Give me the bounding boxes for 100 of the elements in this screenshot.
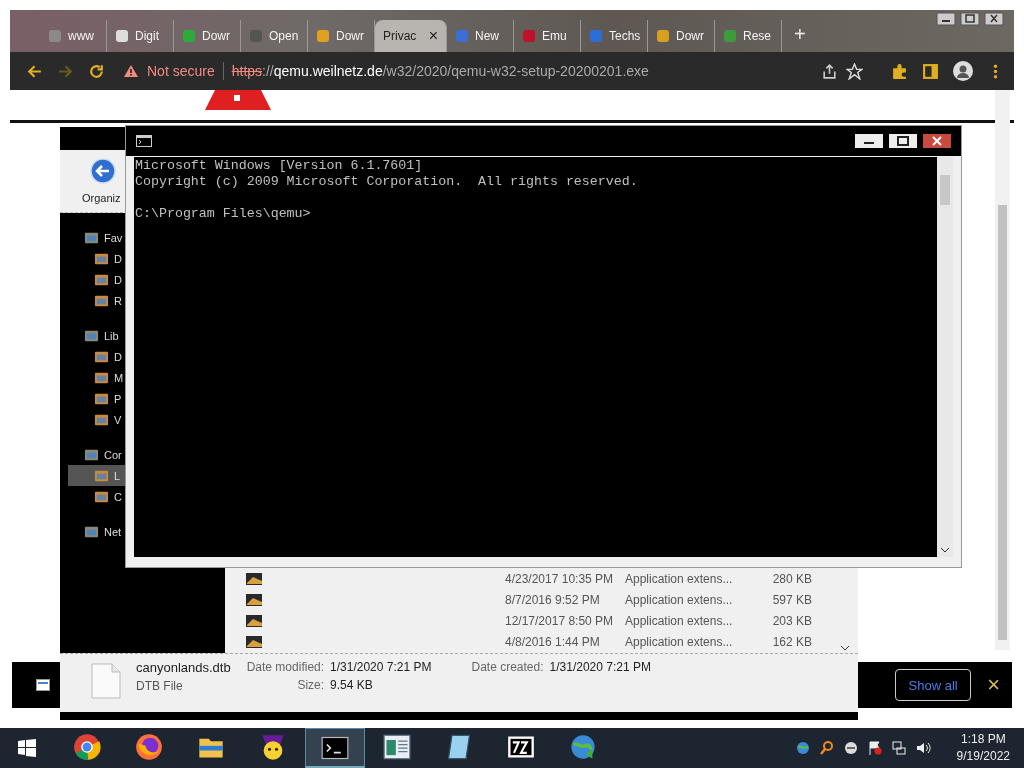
notepad-icon	[445, 733, 473, 761]
type-cell-text: Application extens...	[625, 592, 734, 607]
search-icon[interactable]	[818, 740, 835, 756]
folder-icon	[94, 370, 109, 385]
console-line: Copyright (c) 2009 Microsoft Corporation. All rights reserved.	[135, 174, 638, 190]
reload-icon[interactable]	[88, 62, 105, 80]
navigation-item[interactable]: C	[68, 486, 126, 507]
share-icon[interactable]	[821, 62, 838, 80]
close-icon[interactable]	[984, 12, 1004, 26]
folder-icon	[84, 524, 99, 539]
security-label: Not secure	[147, 63, 215, 79]
size-cell-text: 280 KB	[771, 571, 812, 586]
favicon-icon	[656, 29, 670, 43]
file-icon	[245, 634, 263, 649]
start-icon[interactable]	[17, 738, 37, 758]
field-label: Size:	[296, 678, 325, 692]
file-icon	[245, 613, 263, 628]
favicon-icon	[115, 29, 129, 43]
size-cell-text: 203 KB	[771, 613, 812, 628]
warning-icon	[123, 64, 139, 78]
field-label: Date modified:	[246, 660, 325, 674]
show-all-button[interactable]: Show all	[895, 669, 972, 701]
close-tab-button[interactable]: ×	[428, 27, 438, 45]
chrome-icon	[73, 733, 101, 761]
minimize-icon[interactable]	[936, 12, 956, 26]
folder-icon	[94, 251, 109, 266]
folder-icon	[94, 293, 109, 308]
type-cell-text: Application extens...	[625, 571, 734, 586]
navigation-item[interactable]: D	[68, 269, 126, 290]
navigation-item[interactable]: R	[68, 290, 126, 311]
scroll-down-icon[interactable]	[840, 645, 850, 651]
profile-avatar-icon[interactable]	[953, 61, 973, 81]
navigation-item[interactable]: L	[68, 465, 126, 486]
clock-date: 9/19/2022	[956, 748, 1010, 765]
minimize-icon[interactable]	[855, 134, 883, 148]
clock[interactable]: 1:18 PM 9/19/2022	[956, 731, 1010, 765]
size-cell-text: 162 KB	[771, 634, 812, 649]
console-icon	[136, 135, 152, 147]
favicon-icon	[723, 29, 737, 43]
folder-icon	[94, 391, 109, 406]
field-value: 1/31/2020 7:21 PM	[549, 660, 651, 674]
folder-icon	[84, 230, 99, 245]
navigation-item[interactable]: P	[68, 388, 126, 409]
puzzle-icon[interactable]	[891, 62, 908, 80]
navigation-item[interactable]: M	[68, 367, 126, 388]
taskbar-app[interactable]	[305, 728, 365, 768]
date-cell-text: 4/23/2017 10:35 PM	[505, 571, 615, 586]
favicon-icon	[182, 29, 196, 43]
side-panel-icon[interactable]	[922, 62, 939, 80]
minus-circle-icon[interactable]	[842, 740, 859, 756]
new-tab-button[interactable]: +	[782, 23, 818, 46]
folder-icon	[94, 412, 109, 427]
navigation-item[interactable]: V	[68, 409, 126, 430]
organize-menu[interactable]: Organiz	[82, 192, 121, 204]
maximize-icon[interactable]	[889, 134, 917, 148]
favicon-icon	[455, 29, 469, 43]
field-value: 1/31/2020 7:21 PM	[330, 660, 432, 674]
folder-icon	[94, 272, 109, 287]
star-icon[interactable]	[846, 62, 863, 80]
console-line: C:\Program Files\qemu>	[135, 206, 311, 222]
url-text: https://qemu.weilnetz.de/w32/2020/qemu-w32-setup-20200201.exe	[231, 63, 649, 79]
folder-icon	[94, 489, 109, 504]
navigation-item[interactable]: Cor	[68, 444, 126, 465]
scroll-thumb[interactable]	[940, 175, 950, 205]
navigation-item[interactable]: Fav	[68, 227, 126, 248]
globe-icon	[569, 733, 597, 761]
back-button-icon[interactable]	[90, 158, 116, 184]
favicon-icon	[522, 29, 536, 43]
navigation-item[interactable]: D	[68, 248, 126, 269]
favicon-icon	[48, 29, 62, 43]
scroll-down-icon[interactable]	[940, 547, 950, 553]
favicon-icon	[589, 29, 603, 43]
flag-icon[interactable]	[866, 740, 883, 756]
browser-tab[interactable]: Privac ×	[375, 20, 447, 52]
folder-icon	[84, 447, 99, 462]
close-icon[interactable]	[923, 134, 951, 148]
network-icon[interactable]	[890, 740, 907, 756]
file-type: DTB File	[136, 679, 184, 693]
navigation-item[interactable]: Lib	[68, 325, 126, 346]
field-value: 9.54 KB	[330, 678, 374, 692]
favicon-icon	[316, 29, 330, 43]
file-name: canyonlands.dtb	[136, 660, 231, 675]
type-cell-text: Application extens...	[625, 613, 734, 628]
navigation-item[interactable]: Net	[68, 521, 126, 542]
file-icon	[245, 592, 263, 607]
file-icon	[36, 679, 50, 691]
folder-icon	[94, 468, 109, 483]
window-icon	[383, 733, 411, 761]
close-download-bar-button[interactable]: ×	[987, 672, 1000, 698]
fox-icon	[135, 733, 163, 761]
network-globe-icon[interactable]	[794, 740, 811, 756]
console-line: Microsoft Windows [Version 6.1.7601]	[135, 158, 423, 174]
speaker-icon[interactable]	[914, 740, 931, 756]
date-cell-text: 8/7/2016 9:52 PM	[505, 592, 601, 607]
favicon-icon	[249, 29, 263, 43]
navigation-item[interactable]: D	[68, 346, 126, 367]
folder-icon	[84, 328, 99, 343]
field-label: Date created:	[471, 660, 544, 674]
file-icon	[245, 571, 263, 586]
date-cell-text: 4/8/2016 1:44 PM	[505, 634, 601, 649]
